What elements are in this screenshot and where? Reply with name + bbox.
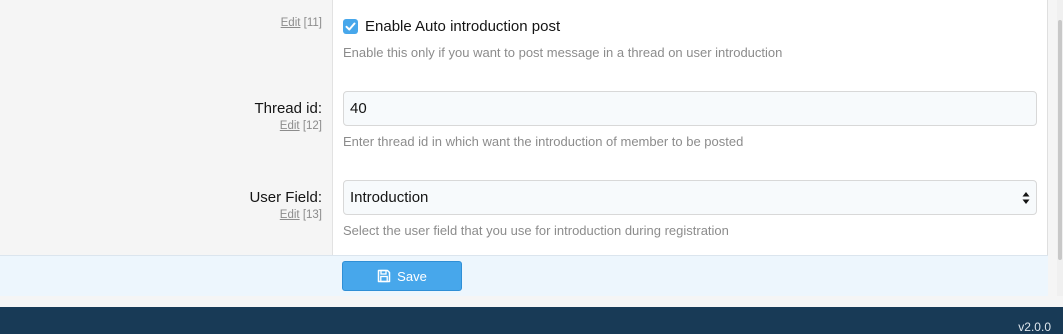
edit-number-12: [12] xyxy=(302,120,322,132)
thread-id-hint: Enter thread id in which want the introd… xyxy=(343,134,744,149)
option-13-edit-line: Edit [13] xyxy=(280,209,322,221)
thread-id-label: Thread id: xyxy=(254,100,322,117)
form-submit-bar: Save xyxy=(0,255,1048,296)
auto-introduction-checkbox-label: Enable Auto introduction post xyxy=(365,18,561,35)
vertical-scrollbar[interactable] xyxy=(1057,0,1063,296)
auto-introduction-hint: Enable this only if you want to post mes… xyxy=(343,45,783,60)
save-button[interactable]: Save xyxy=(342,261,462,291)
floppy-disk-icon xyxy=(377,269,391,283)
page-footer: v2.0.0 xyxy=(0,307,1063,334)
user-field-selected-value: Introduction xyxy=(350,189,429,206)
label-column: Edit [11] Thread id: Edit [12] User Fiel… xyxy=(0,0,333,255)
thread-id-value: 40 xyxy=(350,100,367,117)
user-field-label: User Field: xyxy=(249,189,322,206)
thread-id-input[interactable]: 40 xyxy=(343,91,1037,126)
user-field-select[interactable]: Introduction xyxy=(343,180,1037,215)
auto-introduction-checkbox[interactable] xyxy=(343,19,358,34)
edit-number-13: [13] xyxy=(302,209,322,221)
version-label: v2.0.0 xyxy=(1018,320,1051,334)
auto-introduction-checkbox-row[interactable]: Enable Auto introduction post xyxy=(343,18,560,35)
updown-arrow-icon xyxy=(1022,192,1030,204)
options-panel: Edit [11] Thread id: Edit [12] User Fiel… xyxy=(0,0,1048,296)
edit-link-11[interactable]: Edit xyxy=(281,17,301,29)
check-icon xyxy=(345,22,356,31)
option-12-edit-line: Edit [12] xyxy=(280,120,322,132)
edit-link-12[interactable]: Edit xyxy=(280,120,300,132)
scrollbar-thumb[interactable] xyxy=(1058,20,1062,260)
edit-number-11: [11] xyxy=(303,17,322,29)
edit-link-13[interactable]: Edit xyxy=(280,209,300,221)
user-field-hint: Select the user field that you use for i… xyxy=(343,223,729,238)
save-button-label: Save xyxy=(397,268,427,284)
option-11-edit-line: Edit [11] xyxy=(281,17,322,29)
